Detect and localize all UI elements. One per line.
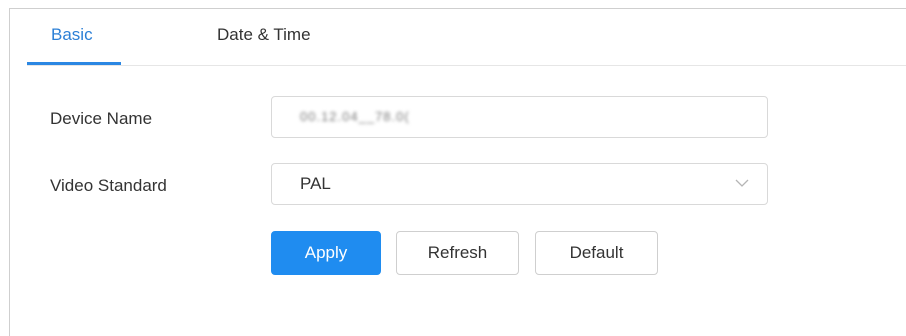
apply-button[interactable]: Apply — [271, 231, 381, 275]
default-button[interactable]: Default — [535, 231, 658, 275]
device-name-input[interactable]: 00.12.04__78.0( — [271, 96, 768, 138]
device-name-label: Device Name — [50, 109, 153, 128]
refresh-button[interactable]: Refresh — [396, 231, 519, 275]
video-standard-select[interactable]: PAL — [271, 163, 768, 205]
chevron-down-icon — [735, 179, 749, 187]
active-tab-indicator — [27, 62, 121, 65]
video-standard-value: PAL — [300, 174, 331, 193]
tab-date-time[interactable]: Date & Time — [217, 25, 311, 45]
device-name-value: 00.12.04__78.0( — [300, 109, 410, 124]
video-standard-label: Video Standard — [50, 176, 167, 195]
tab-bar: Basic Date & Time — [27, 9, 906, 66]
settings-panel: Basic Date & Time Device Name 00.12.04__… — [9, 8, 906, 336]
tab-basic[interactable]: Basic — [51, 25, 93, 45]
